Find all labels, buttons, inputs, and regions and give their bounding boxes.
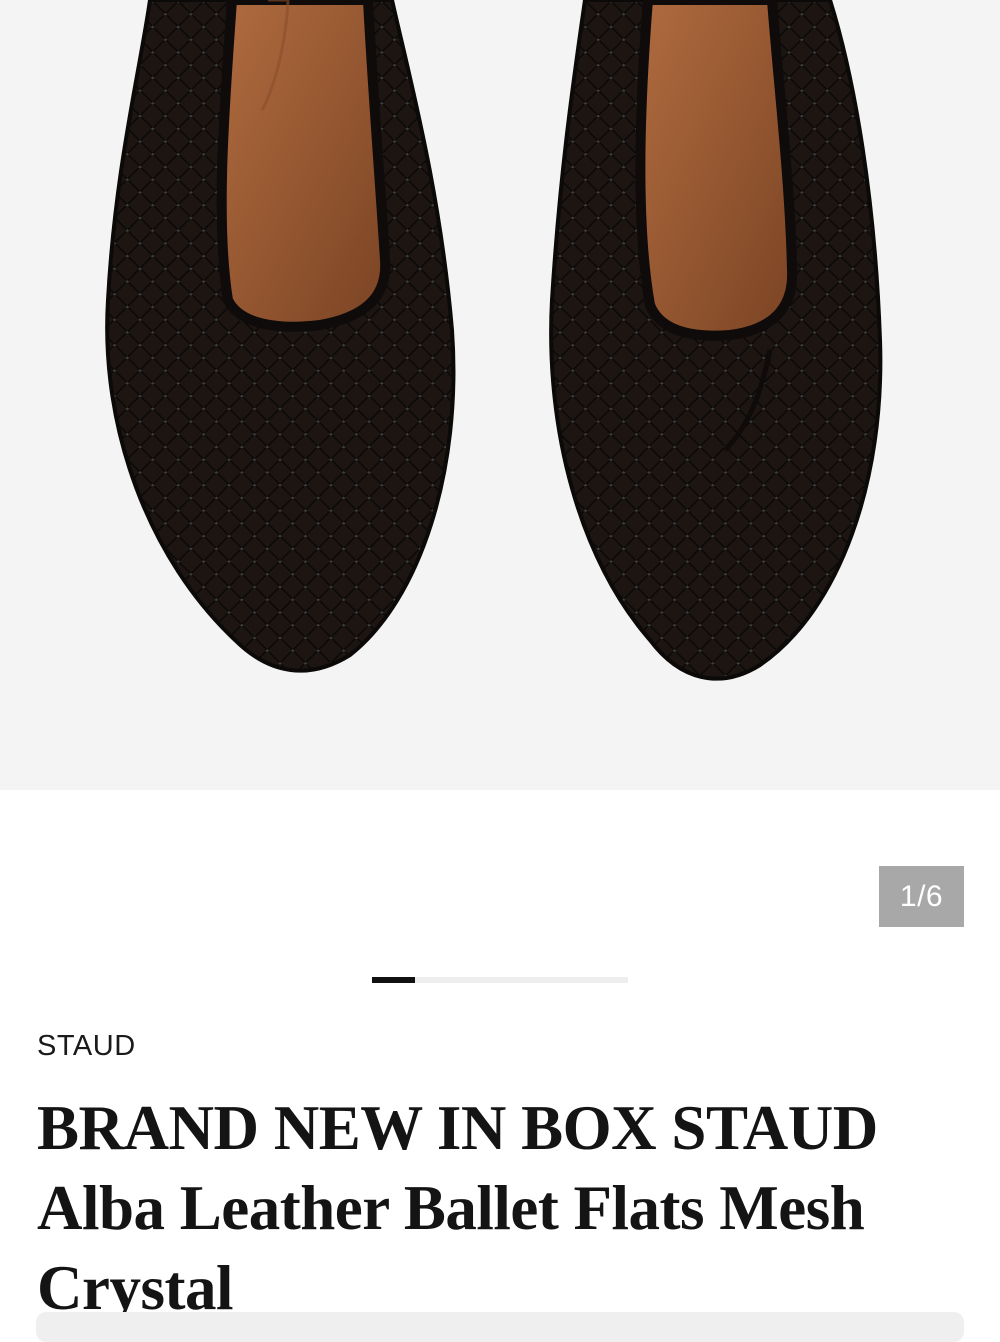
right-shoe — [549, 0, 883, 681]
image-counter: 1/6 — [879, 866, 964, 927]
gallery-progress-indicator — [372, 977, 415, 983]
section-divider — [36, 1312, 964, 1342]
product-image[interactable] — [0, 0, 1000, 790]
brand-name[interactable]: STAUD — [37, 1030, 136, 1063]
gallery-progress-bar[interactable] — [372, 977, 628, 983]
left-shoe — [105, 0, 456, 673]
product-title: BRAND NEW IN BOX STAUD Alba Leather Ball… — [37, 1093, 878, 1323]
ballet-flats-illustration — [105, 0, 883, 681]
